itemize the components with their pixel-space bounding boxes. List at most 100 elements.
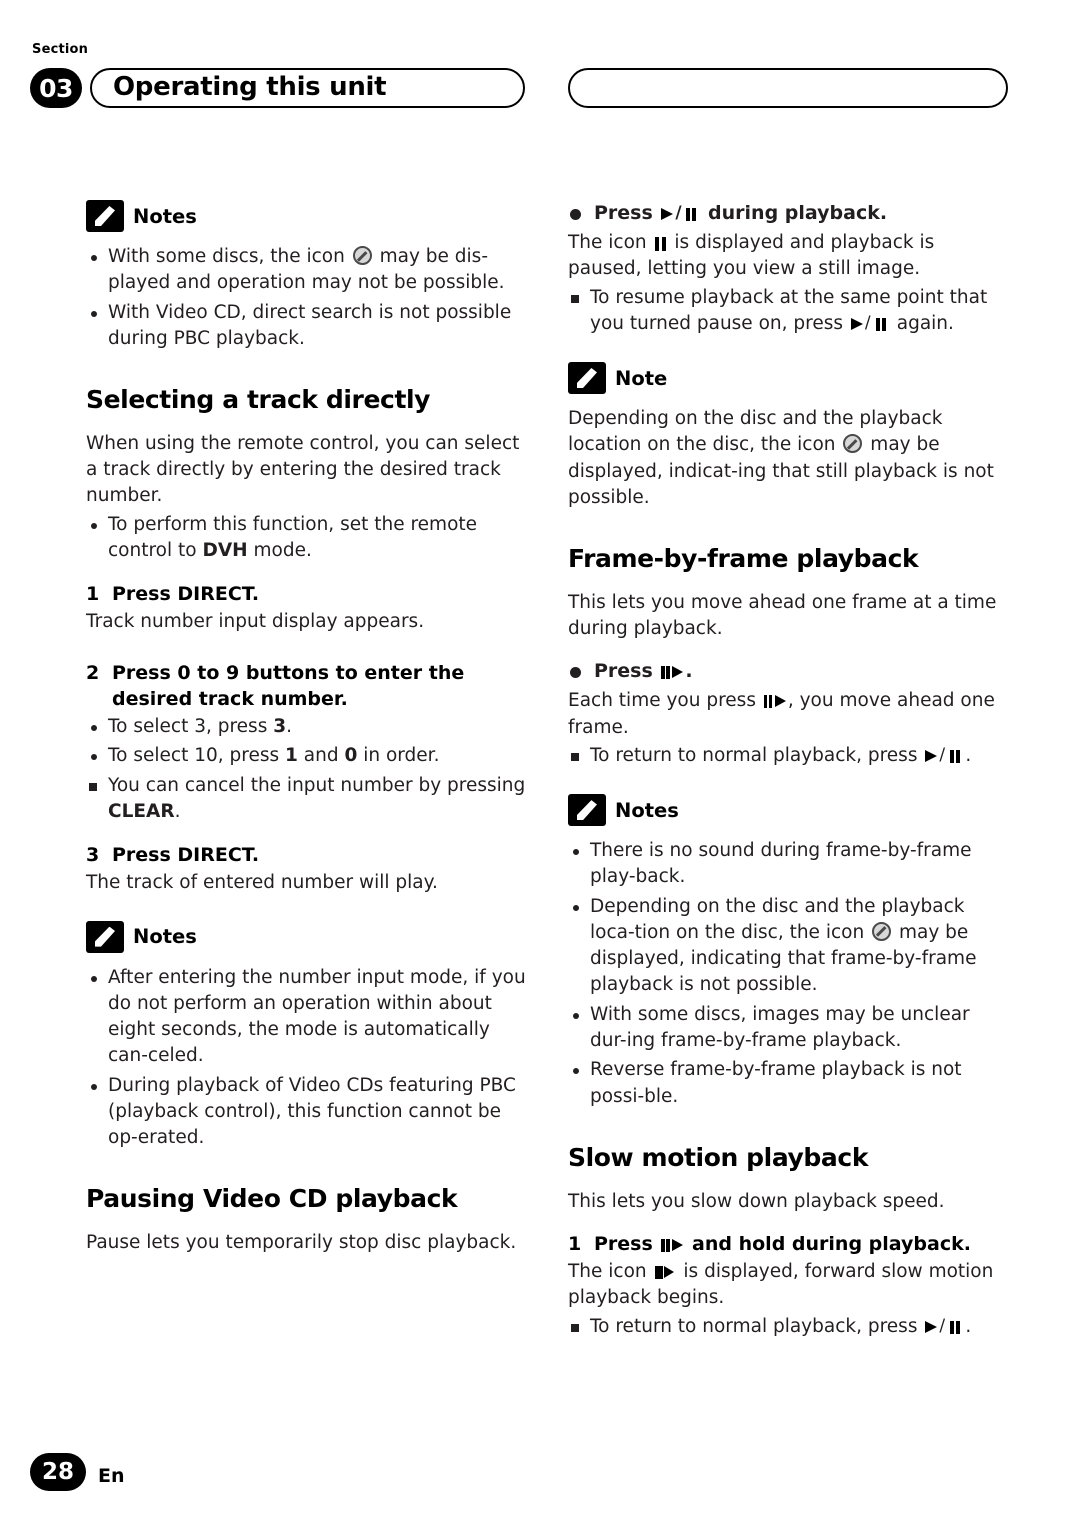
list-item: To select 3, press 3. [86, 714, 528, 740]
list-item: With some discs, the icon may be dis-pla… [86, 244, 528, 297]
step-2-square-note: You can cancel the input number by press… [86, 773, 528, 826]
prohibit-icon [872, 921, 892, 941]
step-2: 2 Press 0 to 9 buttons to enter the desi… [86, 660, 528, 712]
step-number: 2 [86, 661, 100, 684]
slow-step-1: 1 Press and hold during playback. [568, 1231, 1010, 1257]
step-label: Press DIRECT. [112, 583, 260, 606]
heading-slow-motion: Slow motion playback [568, 1142, 869, 1172]
play-pause-icon: / [850, 314, 889, 332]
bullet-pre: To select 3, press [108, 716, 274, 738]
step-label: Press 0 to 9 buttons to enter the desire… [112, 661, 465, 710]
heading-frame-by-frame: Frame-by-frame playback [568, 544, 919, 574]
header-pill-right [568, 68, 1008, 108]
right-column: Press / during playback. The icon is dis… [568, 200, 1010, 1343]
slow-motion-icon [654, 1265, 676, 1280]
notes-list-3: There is no sound during frame-by-frame … [568, 838, 1010, 1110]
frame-advance-icon [661, 665, 684, 680]
list-item: During playback of Video CDs featuring P… [86, 1073, 528, 1152]
list-item: You can cancel the input number by press… [86, 773, 528, 826]
list-item: Press . [568, 658, 1010, 685]
step-1: 1 Press DIRECT. [86, 581, 528, 607]
list-item: Depending on the disc and the playback l… [568, 894, 1010, 999]
bullet-pre: To select 10, press [108, 745, 285, 767]
list-item: With some discs, images may be unclear d… [568, 1002, 1010, 1055]
square-bold: CLEAR [108, 800, 175, 822]
step-number: 3 [86, 844, 100, 867]
list-item: With Video CD, direct search is not poss… [86, 300, 528, 353]
square-post: . [174, 800, 181, 822]
list-item: To resume playback at the same point tha… [568, 285, 1010, 338]
section-number-badge: 03 [30, 68, 82, 108]
step-post: and hold during playback. [685, 1232, 971, 1255]
notes-list-2: After entering the number input mode, if… [86, 965, 528, 1152]
press-post: . [685, 660, 693, 683]
bullet-bold-1: 1 [285, 745, 298, 767]
heading-selecting-track: Selecting a track directly [86, 385, 431, 415]
pausing-body: Pause lets you temporarily stop disc pla… [86, 1232, 517, 1254]
press-post: during playback. [701, 202, 888, 224]
playpause-body: The icon is displayed and playback is pa… [568, 230, 1010, 283]
selecting-body: When using the remote control, you can s… [86, 432, 520, 507]
step-1-body: Track number input display appears. [86, 611, 425, 633]
playpause-body-pre: The icon [568, 231, 653, 253]
bullet-mid: and [297, 745, 345, 767]
step-label: Press and hold during playback. [594, 1231, 1010, 1257]
list-item: After entering the number input mode, if… [86, 965, 528, 1070]
page-number-badge: 28 [30, 1453, 86, 1491]
press-playpause-bullet: Press / during playback. [568, 200, 1010, 227]
return-post: . [965, 744, 972, 766]
list-item: To select 10, press 1 and 0 in order. [86, 743, 528, 769]
left-column: Notes With some discs, the icon may be d… [86, 200, 528, 1258]
notes-title: Notes [615, 798, 679, 822]
prohibit-icon [352, 246, 372, 265]
notes-block-1-header: Notes [86, 200, 528, 232]
bullet-post: in order. [357, 745, 440, 767]
pencil-icon [86, 200, 124, 232]
list-item: To return to normal playback, press /. [568, 743, 1010, 769]
step-3-body: The track of entered number will play. [86, 872, 438, 894]
step-number: 1 [86, 583, 100, 606]
step-2-bullets: To select 3, press 3. To select 10, pres… [86, 714, 528, 770]
list-item: Reverse frame-by-frame playback is not p… [568, 1057, 1010, 1110]
frame-advance-icon [763, 694, 786, 709]
step-label: Press DIRECT. [112, 844, 260, 867]
resume-note: To resume playback at the same point tha… [568, 285, 1010, 338]
press-frame-bullet: Press . [568, 658, 1010, 685]
note-text-pre: With some discs, the icon [108, 246, 345, 267]
square-pre: You can cancel the input number by press… [108, 774, 526, 796]
slow-detail: The icon is displayed, forward slow moti… [568, 1259, 1010, 1312]
note-block-header: Note [568, 362, 1010, 395]
note-title: Note [615, 366, 668, 390]
slow-detail-pre: The icon [568, 1261, 653, 1283]
list-item: Press / during playback. [568, 200, 1010, 227]
play-pause-icon: / [661, 205, 699, 222]
list-item: To perform this function, set the remote… [86, 512, 528, 565]
pause-icon [654, 236, 667, 251]
frame-return-note: To return to normal playback, press /. [568, 743, 1010, 769]
return-pre: To return to normal playback, press [590, 744, 924, 766]
notes-block-3-header: Notes [568, 794, 1010, 827]
pencil-icon [568, 362, 606, 395]
language-label: En [98, 1465, 125, 1487]
list-item: To return to normal playback, press /. [568, 1314, 1010, 1340]
pencil-icon [568, 794, 606, 827]
manual-page: Section 03 Operating this unit Notes Wit… [0, 0, 1080, 1529]
frame-advance-icon [661, 1238, 684, 1253]
return-pre: To return to normal playback, press [590, 1315, 924, 1337]
notes-list-1: With some discs, the icon may be dis-pla… [86, 244, 528, 352]
selecting-bullets: To perform this function, set the remote… [86, 512, 528, 565]
bullet-post: . [286, 716, 292, 738]
bullet-bold: DVH [202, 539, 248, 561]
step-3: 3 Press DIRECT. [86, 842, 528, 868]
list-item: There is no sound during frame-by-frame … [568, 838, 1010, 891]
section-label: Section [32, 42, 89, 57]
page-title: Operating this unit [113, 72, 387, 102]
slow-return-note: To return to normal playback, press /. [568, 1314, 1010, 1340]
slow-body: This lets you slow down playback speed. [568, 1190, 945, 1212]
resume-post: again. [890, 312, 954, 334]
play-pause-icon: / [925, 1317, 963, 1335]
bullet-bold-2: 0 [344, 745, 358, 767]
press-pre: Press [594, 660, 660, 683]
step-pre: Press [594, 1232, 660, 1255]
frame-detail: Each time you press , you move ahead one… [568, 688, 1010, 741]
